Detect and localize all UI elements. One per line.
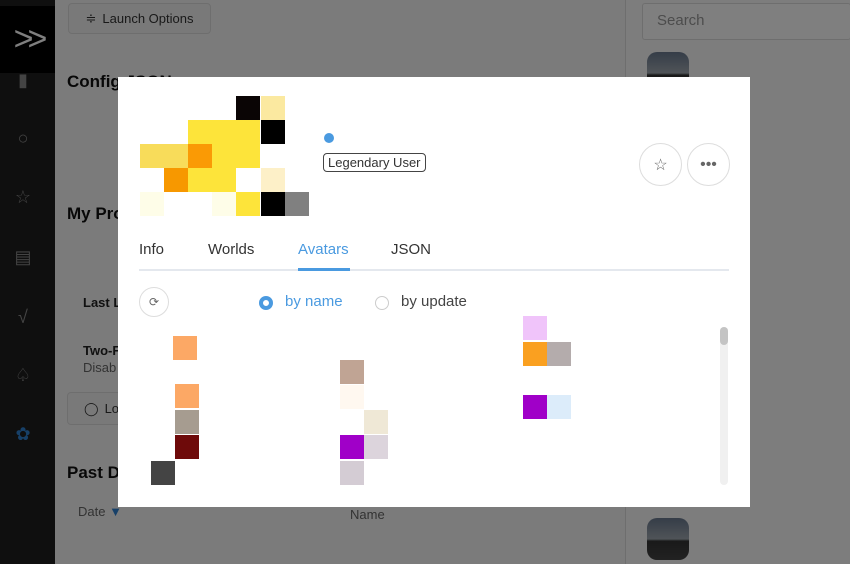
avatar-thumbnail[interactable]	[340, 461, 364, 485]
avatar-thumbnail[interactable]	[340, 385, 364, 409]
avatar-pixel	[236, 96, 260, 120]
more-icon: •••	[700, 155, 717, 173]
avatar-pixel	[285, 192, 309, 216]
tab-worlds[interactable]: Worlds	[208, 241, 254, 258]
avatar-pixel	[188, 120, 212, 144]
more-options-button[interactable]: •••	[687, 143, 730, 186]
star-icon: ☆	[653, 156, 668, 174]
avatar-thumbnail[interactable]	[175, 435, 199, 459]
scrollbar-thumb[interactable]	[720, 327, 728, 345]
sort-by-update-label[interactable]: by update	[401, 293, 467, 310]
sort-by-update-radio[interactable]	[375, 296, 389, 310]
avatar-pixel	[164, 168, 188, 192]
scrollbar[interactable]	[720, 327, 728, 485]
active-tab-indicator	[298, 268, 350, 271]
avatar-thumbnail[interactable]	[340, 360, 364, 384]
avatar-pixel	[188, 168, 212, 192]
avatar-pixel	[236, 144, 260, 168]
avatar-thumbnail[interactable]	[173, 336, 197, 360]
avatar-pixel	[212, 120, 236, 144]
sort-by-name-radio[interactable]	[259, 296, 273, 310]
avatar-pixel	[261, 96, 285, 120]
avatar-pixel	[212, 144, 236, 168]
avatar-thumbnail[interactable]	[547, 395, 571, 419]
avatar-pixel	[212, 168, 236, 192]
avatar-pixel	[261, 168, 285, 192]
avatar-pixel	[140, 192, 164, 216]
avatar-thumbnail[interactable]	[523, 342, 547, 366]
avatar-pixel	[164, 144, 188, 168]
avatar-pixel	[261, 120, 285, 144]
avatar-pixel	[188, 144, 212, 168]
avatar-thumbnail[interactable]	[340, 435, 364, 459]
avatar-thumbnail[interactable]	[523, 395, 547, 419]
sort-by-name-label[interactable]: by name	[285, 293, 343, 310]
avatar-pixel	[212, 192, 236, 216]
avatar-pixel	[236, 120, 260, 144]
avatar-pixel	[140, 144, 164, 168]
avatar-thumbnail[interactable]	[364, 435, 388, 459]
avatar-thumbnail[interactable]	[364, 410, 388, 434]
avatar-thumbnail[interactable]	[175, 384, 199, 408]
favorite-button[interactable]: ☆	[639, 143, 682, 186]
user-tag-badge: Legendary User	[323, 153, 426, 172]
tab-info[interactable]: Info	[139, 241, 164, 258]
avatar-pixel	[236, 192, 260, 216]
avatar-thumbnail[interactable]	[151, 461, 175, 485]
avatar-pixel	[261, 192, 285, 216]
status-indicator	[324, 133, 334, 143]
tab-divider	[139, 269, 729, 271]
refresh-icon: ⟳	[148, 295, 160, 309]
user-profile-modal: Legendary User ☆ ••• Info Worlds Avatars…	[118, 77, 750, 507]
refresh-button[interactable]: ⟳	[139, 287, 169, 317]
avatar-thumbnail[interactable]	[547, 342, 571, 366]
tab-json[interactable]: JSON	[391, 241, 431, 258]
tab-avatars[interactable]: Avatars	[298, 241, 349, 258]
avatar-thumbnail[interactable]	[175, 410, 199, 434]
avatar-thumbnail[interactable]	[523, 316, 547, 340]
